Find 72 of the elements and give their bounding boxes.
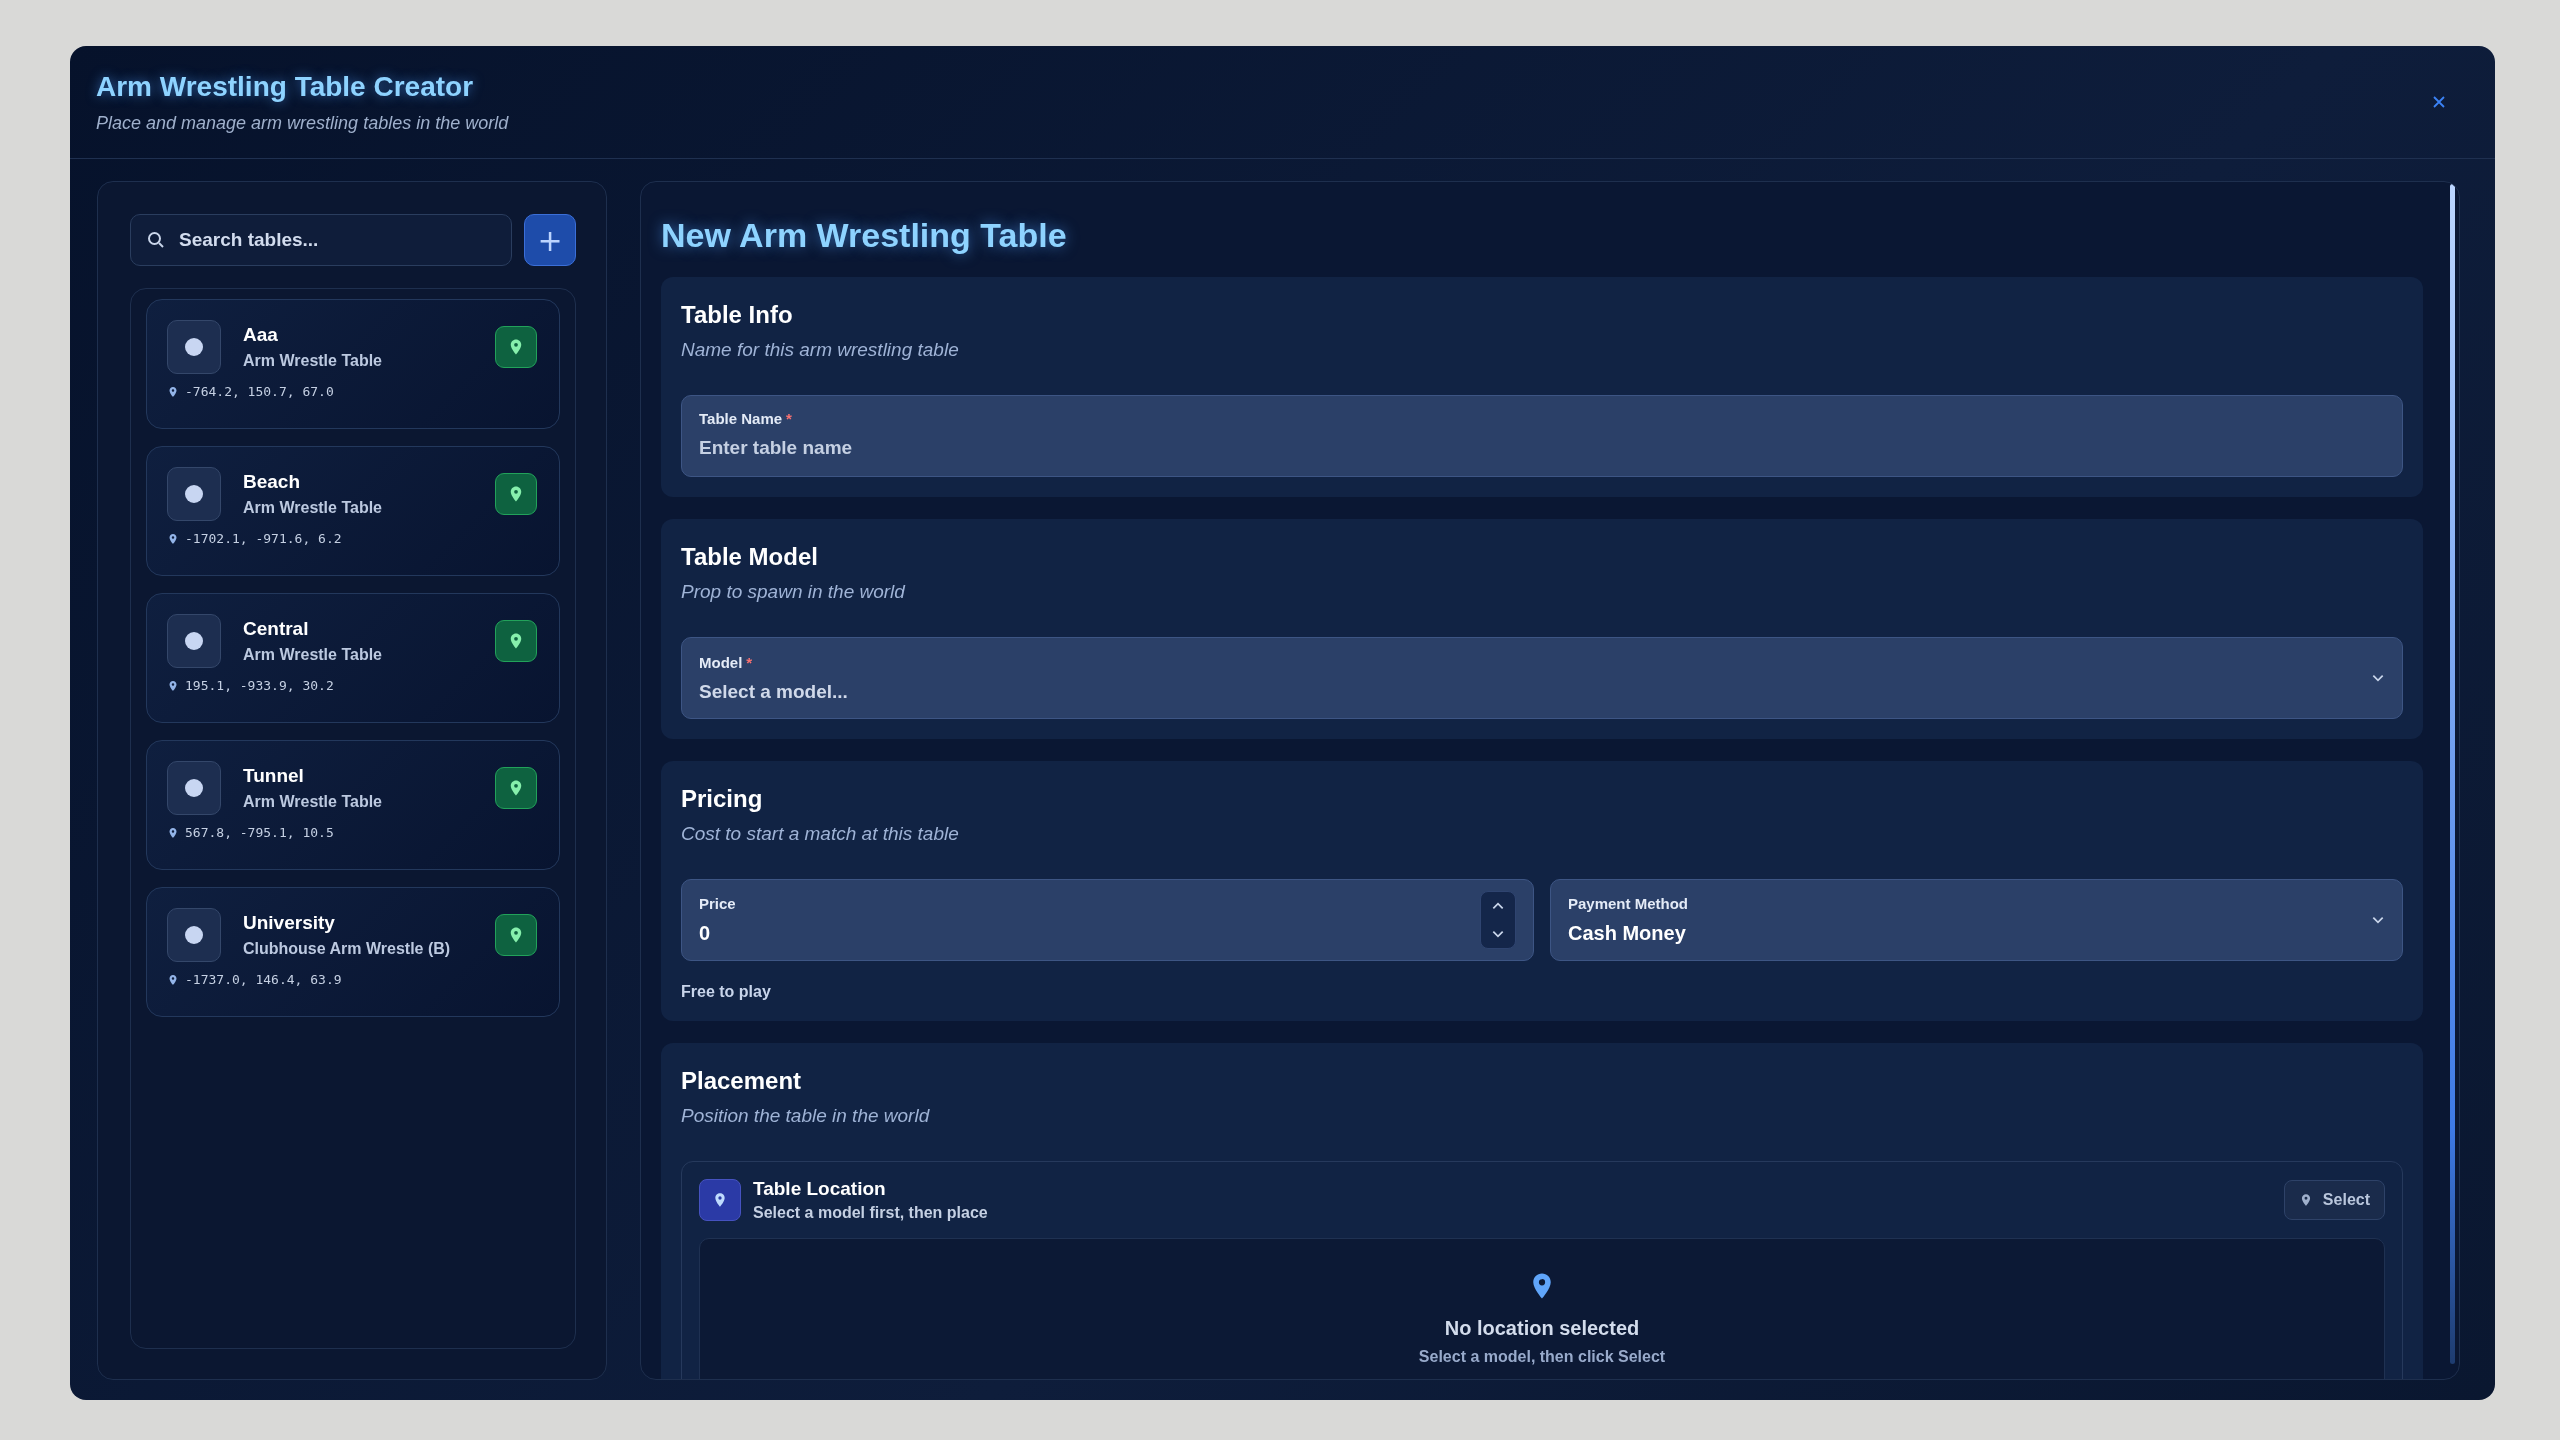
table-name: Tunnel <box>243 765 305 787</box>
table-icon <box>167 761 221 815</box>
empty-text: Select a model, then click Select <box>1418 1348 1666 1366</box>
pin-icon <box>167 679 179 692</box>
section-description: Prop to spawn in the world <box>681 581 907 603</box>
table-icon <box>167 320 221 374</box>
field-label: Table Name <box>699 410 783 427</box>
field-label: Price <box>699 895 737 912</box>
table-name: Beach <box>243 471 302 493</box>
pin-icon <box>167 826 179 839</box>
field-label: Payment Method <box>1568 895 1689 912</box>
payment-value: Cash Money <box>1568 922 1687 945</box>
price-field[interactable]: Price 0 <box>681 879 1534 961</box>
table-icon <box>167 614 221 668</box>
select-button[interactable]: Select <box>2283 1180 2385 1220</box>
select-placeholder: Select a model... <box>699 680 849 703</box>
section-description: Name for this arm wrestling table <box>681 339 960 361</box>
pin-icon <box>167 973 179 986</box>
table-model: Arm Wrestle Table <box>243 352 383 370</box>
pin-icon <box>167 532 179 545</box>
locate-button[interactable] <box>495 326 537 368</box>
price-hint: Free to play <box>681 983 772 1001</box>
table-card[interactable]: Tunnel Arm Wrestle Table 567.8, -795.1, 10.5 <box>146 740 560 870</box>
table-card[interactable]: Beach Arm Wrestle Table -1702.1, -971.6, 6.2 <box>146 446 560 576</box>
form-title: New Arm Wrestling Table <box>661 216 1068 255</box>
locate-button[interactable] <box>495 914 537 956</box>
scrollbar-thumb[interactable] <box>2450 184 2455 1364</box>
table-name: Central <box>243 618 310 640</box>
section-title: Pricing <box>681 785 764 813</box>
table-card[interactable]: Central Arm Wrestle Table 195.1, -933.9, 30.2 <box>146 593 560 723</box>
table-coordinates: 567.8, -795.1, 10.5 <box>185 825 334 840</box>
required-mark: * <box>786 410 792 427</box>
model-select[interactable]: Model * Select a model... <box>681 637 2403 719</box>
location-title: Table Location <box>753 1178 887 1200</box>
payment-select[interactable]: Payment Method Cash Money <box>1550 879 2403 961</box>
number-stepper[interactable] <box>1480 891 1516 949</box>
section-title: Table Model <box>681 543 819 571</box>
table-coordinates: -1737.0, 146.4, 63.9 <box>185 972 342 987</box>
table-icon <box>167 467 221 521</box>
table-card[interactable]: Aaa Arm Wrestle Table -764.2, 150.7, 67.0 <box>146 299 560 429</box>
text-input[interactable]: Enter table name <box>699 437 2385 459</box>
table-coordinates: -764.2, 150.7, 67.0 <box>185 384 334 399</box>
window-subtitle: Place and manage arm wrestling tables in the world <box>96 112 510 134</box>
locate-button[interactable] <box>495 620 537 662</box>
required-mark: * <box>746 653 753 671</box>
table-model: Arm Wrestle Table <box>243 793 383 811</box>
price-value: 0 <box>699 922 712 945</box>
table-name-field[interactable]: Table Name * Enter table name <box>681 395 2403 477</box>
table-coordinates: -1702.1, -971.6, 6.2 <box>185 531 342 546</box>
section-title: Placement <box>681 1067 803 1095</box>
section-description: Cost to start a match at this table <box>681 823 960 845</box>
table-model: Arm Wrestle Table <box>243 499 383 517</box>
empty-title: No location selected <box>1444 1317 1640 1340</box>
add-button[interactable]: + <box>524 214 576 266</box>
table-card[interactable]: University Clubhouse Arm Wrestle (B) -1737.0, 146.4, 63.9 <box>146 887 560 1017</box>
table-model: Clubhouse Arm Wrestle (B) <box>243 940 452 958</box>
table-icon <box>167 908 221 962</box>
locate-button[interactable] <box>495 767 537 809</box>
locate-button[interactable] <box>495 473 537 515</box>
location-subtitle: Select a model first, then place <box>753 1204 989 1222</box>
window-title: Arm Wrestling Table Creator <box>96 70 475 103</box>
table-coordinates: 195.1, -933.9, 30.2 <box>185 678 334 693</box>
section-title: Table Info <box>681 301 794 329</box>
search-field[interactable]: Search tables... <box>130 214 512 266</box>
table-name: University <box>243 912 336 934</box>
field-label: Model <box>699 653 743 671</box>
pin-icon <box>167 385 179 398</box>
table-model: Arm Wrestle Table <box>243 646 383 664</box>
table-name: Aaa <box>243 324 279 346</box>
pin-icon <box>699 1179 741 1221</box>
section-description: Position the table in the world <box>681 1105 931 1127</box>
close-icon[interactable] <box>2431 94 2447 110</box>
